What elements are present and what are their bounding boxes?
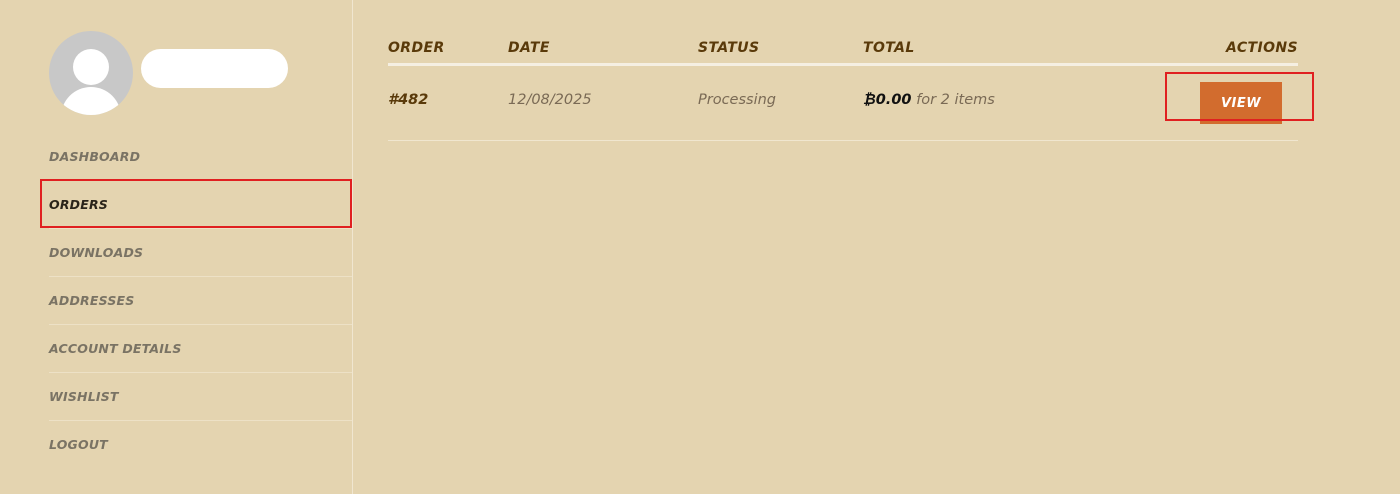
order-item-count: for 2 items: [916, 92, 995, 108]
order-total: ₿0.00 for 2 items: [863, 92, 995, 108]
column-header-status: STATUS: [698, 40, 760, 56]
nav-item-wishlist[interactable]: WISHLIST: [49, 373, 352, 421]
view-order-button[interactable]: VIEW: [1200, 82, 1282, 124]
column-header-order: ORDER: [388, 40, 445, 56]
table-row: #482 12/08/2025 Processing ₿0.00 for 2 i…: [388, 66, 1298, 141]
nav-item-addresses[interactable]: ADDRESSES: [49, 277, 352, 325]
order-number-link[interactable]: #482: [388, 92, 428, 108]
account-sidebar: DASHBOARD ORDERS DOWNLOADS ADDRESSES ACC…: [0, 0, 353, 494]
user-profile: [49, 31, 289, 116]
orders-table: ORDER DATE STATUS TOTAL ACTIONS #482 12/…: [388, 30, 1298, 141]
order-date: 12/08/2025: [508, 92, 592, 108]
order-status: Processing: [698, 92, 777, 108]
column-header-total: TOTAL: [863, 40, 915, 56]
nav-item-dashboard[interactable]: DASHBOARD: [49, 133, 352, 181]
column-header-date: DATE: [508, 40, 550, 56]
order-amount: ₿0.00: [863, 92, 912, 108]
nav-item-downloads[interactable]: DOWNLOADS: [49, 229, 352, 277]
column-header-actions: ACTIONS: [1226, 40, 1298, 56]
account-navigation: DASHBOARD ORDERS DOWNLOADS ADDRESSES ACC…: [49, 133, 352, 469]
table-header-row: ORDER DATE STATUS TOTAL ACTIONS: [388, 30, 1298, 66]
avatar-icon: [49, 31, 133, 115]
nav-item-account-details[interactable]: ACCOUNT DETAILS: [49, 325, 352, 373]
nav-item-orders[interactable]: ORDERS: [49, 181, 352, 229]
username-placeholder: [141, 49, 288, 88]
nav-item-logout[interactable]: LOGOUT: [49, 421, 352, 469]
